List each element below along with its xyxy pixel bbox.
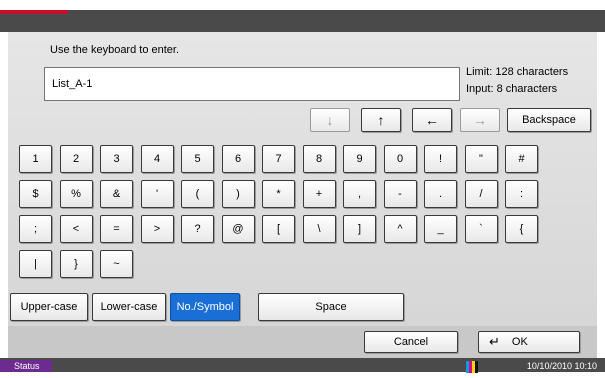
key[interactable]: @ xyxy=(221,215,255,243)
ok-label: OK xyxy=(511,336,528,348)
limit-text: Limit: 128 characters xyxy=(466,66,569,78)
key[interactable]: _ xyxy=(424,215,457,243)
status-bar xyxy=(0,358,605,372)
mode-lower-case-button[interactable]: Lower-case xyxy=(92,293,166,321)
key[interactable]: ^ xyxy=(383,215,417,243)
status-label: Status xyxy=(14,361,40,371)
mode-upper-case-button[interactable]: Upper-case xyxy=(10,293,88,321)
key[interactable]: { xyxy=(505,215,538,243)
input-count-text: Input: 8 characters xyxy=(466,83,558,95)
enter-icon: ↵ xyxy=(489,334,500,349)
key[interactable]: = xyxy=(100,215,133,243)
arrow-right-icon[interactable]: → xyxy=(460,108,500,132)
space-button[interactable]: Space xyxy=(258,293,404,321)
key[interactable]: 3 xyxy=(100,145,133,173)
key[interactable]: 9 xyxy=(343,145,376,173)
text-input-field[interactable]: List_A-1 xyxy=(44,67,460,101)
toner-level-icon xyxy=(466,360,484,373)
key[interactable]: ; xyxy=(19,215,52,243)
title-bar xyxy=(0,10,605,32)
key[interactable]: & xyxy=(100,180,133,208)
datetime: 10/10/2010 10:10 xyxy=(526,361,597,371)
mode-no-symbol-button[interactable]: No./Symbol xyxy=(170,293,240,321)
key[interactable]: , xyxy=(343,180,376,208)
ok-button[interactable]: ↵ OK xyxy=(478,331,580,353)
arrow-down-icon[interactable]: ↓ xyxy=(310,108,350,132)
key[interactable]: * xyxy=(262,180,295,208)
key[interactable]: [ xyxy=(262,215,295,243)
key[interactable]: ! xyxy=(424,145,457,173)
title-accent xyxy=(0,10,68,14)
key[interactable]: ? xyxy=(181,215,214,243)
key[interactable]: ] xyxy=(343,215,376,243)
key[interactable]: 1 xyxy=(19,145,52,173)
key[interactable]: ' xyxy=(140,180,174,208)
key[interactable]: ( xyxy=(181,180,214,208)
key[interactable]: ~ xyxy=(100,250,133,278)
key[interactable]: - xyxy=(383,180,417,208)
key[interactable]: % xyxy=(59,180,93,208)
key[interactable]: ) xyxy=(221,180,255,208)
key[interactable]: 8 xyxy=(302,145,336,173)
key[interactable]: > xyxy=(140,215,174,243)
key[interactable]: . xyxy=(424,180,457,208)
instruction-text: Use the keyboard to enter. xyxy=(50,44,180,56)
text-input-value: List_A-1 xyxy=(52,78,93,90)
key[interactable]: | xyxy=(19,250,52,278)
key[interactable]: + xyxy=(302,180,336,208)
key[interactable]: < xyxy=(59,215,93,243)
key[interactable]: ` xyxy=(464,215,498,243)
backspace-button[interactable]: Backspace xyxy=(507,108,591,132)
key[interactable]: 7 xyxy=(262,145,295,173)
key[interactable]: 0 xyxy=(383,145,417,173)
key[interactable]: : xyxy=(505,180,538,208)
key[interactable]: 4 xyxy=(140,145,174,173)
key[interactable]: # xyxy=(505,145,538,173)
arrow-left-icon[interactable]: ← xyxy=(412,108,452,132)
key[interactable]: \ xyxy=(302,215,336,243)
key[interactable]: " xyxy=(464,145,498,173)
key[interactable]: 6 xyxy=(221,145,255,173)
arrow-up-icon[interactable]: ↑ xyxy=(361,108,401,132)
key[interactable]: 5 xyxy=(181,145,214,173)
key[interactable]: } xyxy=(59,250,93,278)
key[interactable]: 2 xyxy=(59,145,93,173)
cancel-button[interactable]: Cancel xyxy=(364,331,458,353)
key[interactable]: / xyxy=(464,180,498,208)
key[interactable]: $ xyxy=(19,180,52,208)
